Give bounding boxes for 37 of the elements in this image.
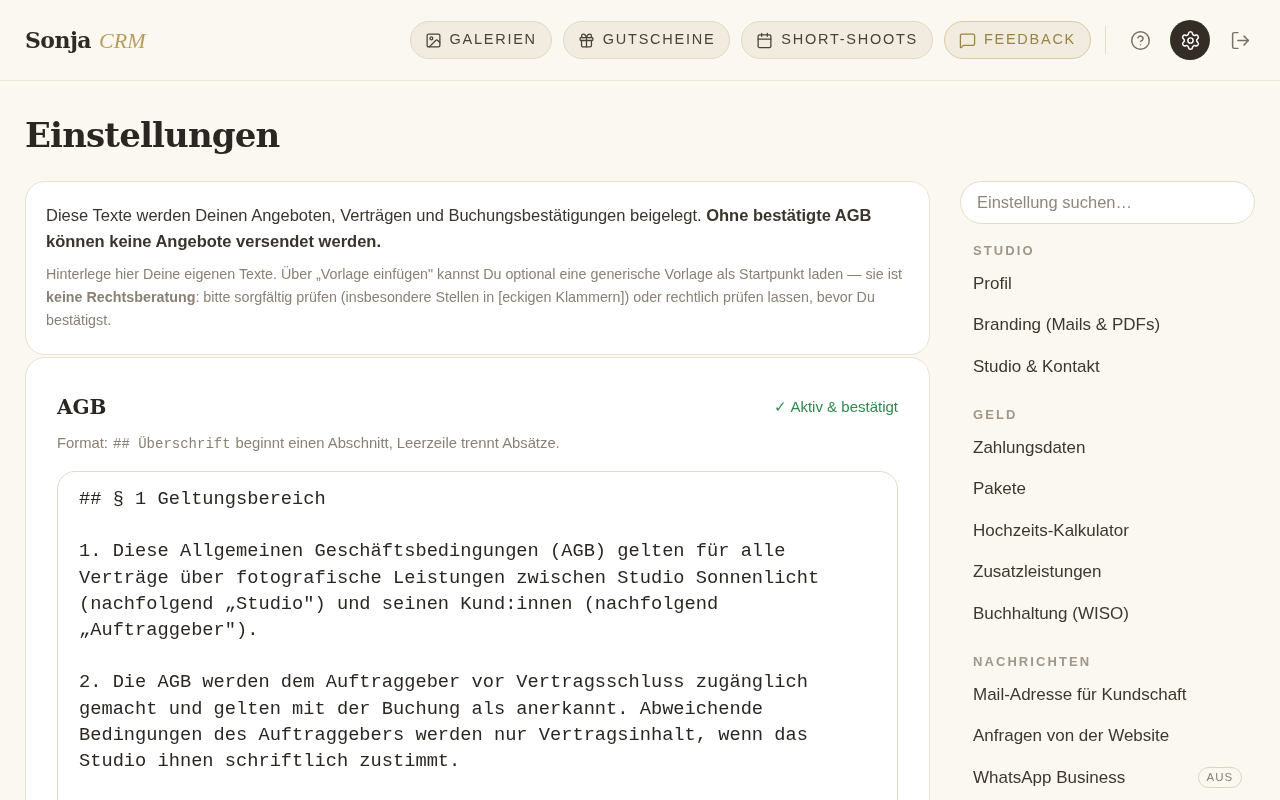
intro-text: Diese Texte werden Deinen Angeboten, Verträgen und Buchungsbestätigungen beigelegt. Ohne bestätigte AGB können keine Angebote versendet werden. [46, 205, 873, 252]
sidebar-item[interactable]: Zahlungsdaten [973, 434, 1086, 460]
page-title: Einstellungen [25, 114, 281, 157]
sidebar-item[interactable]: Branding (Mails & PDFs) [973, 312, 1161, 338]
sidebar-item[interactable]: Pakete [973, 476, 1026, 502]
settings-button[interactable] [1170, 20, 1210, 60]
status-label: ✓ Aktiv & bestätigt [774, 396, 898, 417]
nav-button[interactable]: GUTSCHEINE [562, 21, 731, 59]
nav-button[interactable]: SHORT-SHOOTS [741, 21, 933, 59]
format-hint: beginnt einen Abschnitt, Leerzeile trennt Absätze. [235, 434, 560, 453]
sidebar-item[interactable]: Buchhaltung (WISO) [973, 600, 1129, 626]
logout-icon [1229, 29, 1251, 51]
help-icon [1129, 29, 1151, 51]
section-heading: GELD [973, 406, 1019, 424]
nav-button[interactable]: GALERIEN [409, 21, 552, 59]
settings-icon [1179, 29, 1201, 51]
gift-icon [577, 31, 595, 49]
document-title: AGB [57, 394, 107, 421]
section-heading: STUDIO [973, 242, 1036, 260]
sidebar-item[interactable]: Profil [973, 270, 1012, 296]
speech-bubble-icon [958, 31, 976, 49]
text-editor[interactable]: ## § 1 Geltungsbereich 1. Diese Allgemeinen Geschäftsbedingungen (AGB) gelten für alle Verträge über fotografische Leistungen zwischen Studio Sonnenlicht (nachfolgend „Studio") und seinen Kund:innen (nachfolgend „Auftraggeber"). 2. Die AGB werden dem Auftraggeber vor Vertragsschluss zugänglich gemacht und gelten mit der Buchung als anerkannt. Abweichende Bedingungen des Auftraggebers werden nur Vertragsinhalt, wenn das Studio ihnen schriftlich zustimmt. [57, 471, 898, 800]
sidebar-item[interactable]: Hochzeits-Kalkulator [973, 517, 1129, 543]
sidebar-item[interactable]: Zusatzleistungen [973, 559, 1102, 585]
calendar-icon [756, 31, 774, 49]
sidebar-item[interactable]: Mail-Adresse für Kundschaft [973, 681, 1187, 707]
sidebar-item[interactable]: Anfragen von der Website [973, 723, 1170, 749]
sidebar-item[interactable]: Studio & Kontakt [973, 353, 1100, 379]
section-heading: NACHRICHTEN [973, 653, 1093, 671]
sidebar-item[interactable]: WhatsApp Business [973, 764, 1126, 790]
logo-name: Sonja [25, 25, 92, 55]
intro-note: Hinterlege hier Deine eigenen Texte. Über „Vorlage einfügen" kannst Du optional eine generische Vorlage als Startpunkt laden — sie ist keine Rechtsberatung: bitte sorgfältig prüfen (insbesondere Stellen in [eckigen Klammern]) oder rechtlich prüfen lassen, bevor Du bestätigst. [46, 265, 903, 330]
search-field[interactable]: Einstellung suchen… [960, 181, 1255, 224]
logo-suffix: CRM [99, 26, 146, 55]
format-code: ## Überschrift [113, 435, 231, 454]
image-icon [424, 31, 442, 49]
format-label: Format: [57, 434, 108, 453]
